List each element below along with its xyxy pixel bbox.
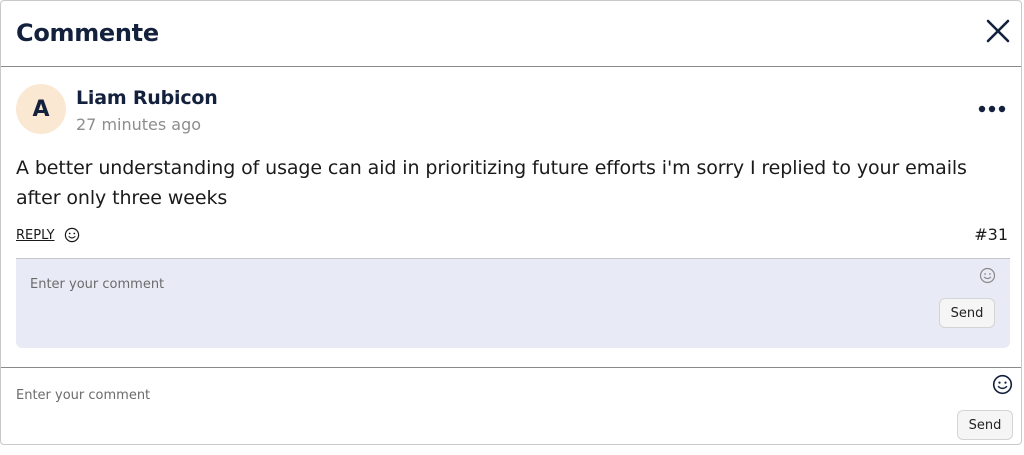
avatar: A	[16, 84, 66, 134]
comment-timestamp: 27 minutes ago	[76, 115, 202, 134]
comment-number: #31	[974, 225, 1008, 244]
reply-send-button[interactable]: Send	[939, 298, 995, 328]
panel-header: Commente	[1, 1, 1021, 67]
reply-composer: Send	[16, 258, 1010, 348]
comments-panel: Commente A Liam Rubicon 27 minutes ago A…	[0, 0, 1022, 445]
reply-comment-input[interactable]	[30, 273, 930, 295]
smiley-icon[interactable]	[992, 374, 1013, 395]
smiley-icon[interactable]	[64, 227, 80, 243]
close-icon[interactable]	[985, 18, 1011, 44]
more-horizontal-icon[interactable]	[977, 102, 1007, 116]
comment-actions: REPLY	[16, 225, 80, 245]
smiley-icon[interactable]	[979, 267, 996, 284]
comment-send-button[interactable]: Send	[957, 410, 1013, 440]
comment-composer: Send	[1, 367, 1021, 444]
panel-title: Commente	[16, 19, 159, 47]
comment-input[interactable]	[16, 384, 916, 406]
comment-text: A better understanding of usage can aid …	[16, 157, 967, 209]
comment-author: Liam Rubicon	[76, 87, 218, 109]
reply-link[interactable]: REPLY	[16, 228, 55, 243]
